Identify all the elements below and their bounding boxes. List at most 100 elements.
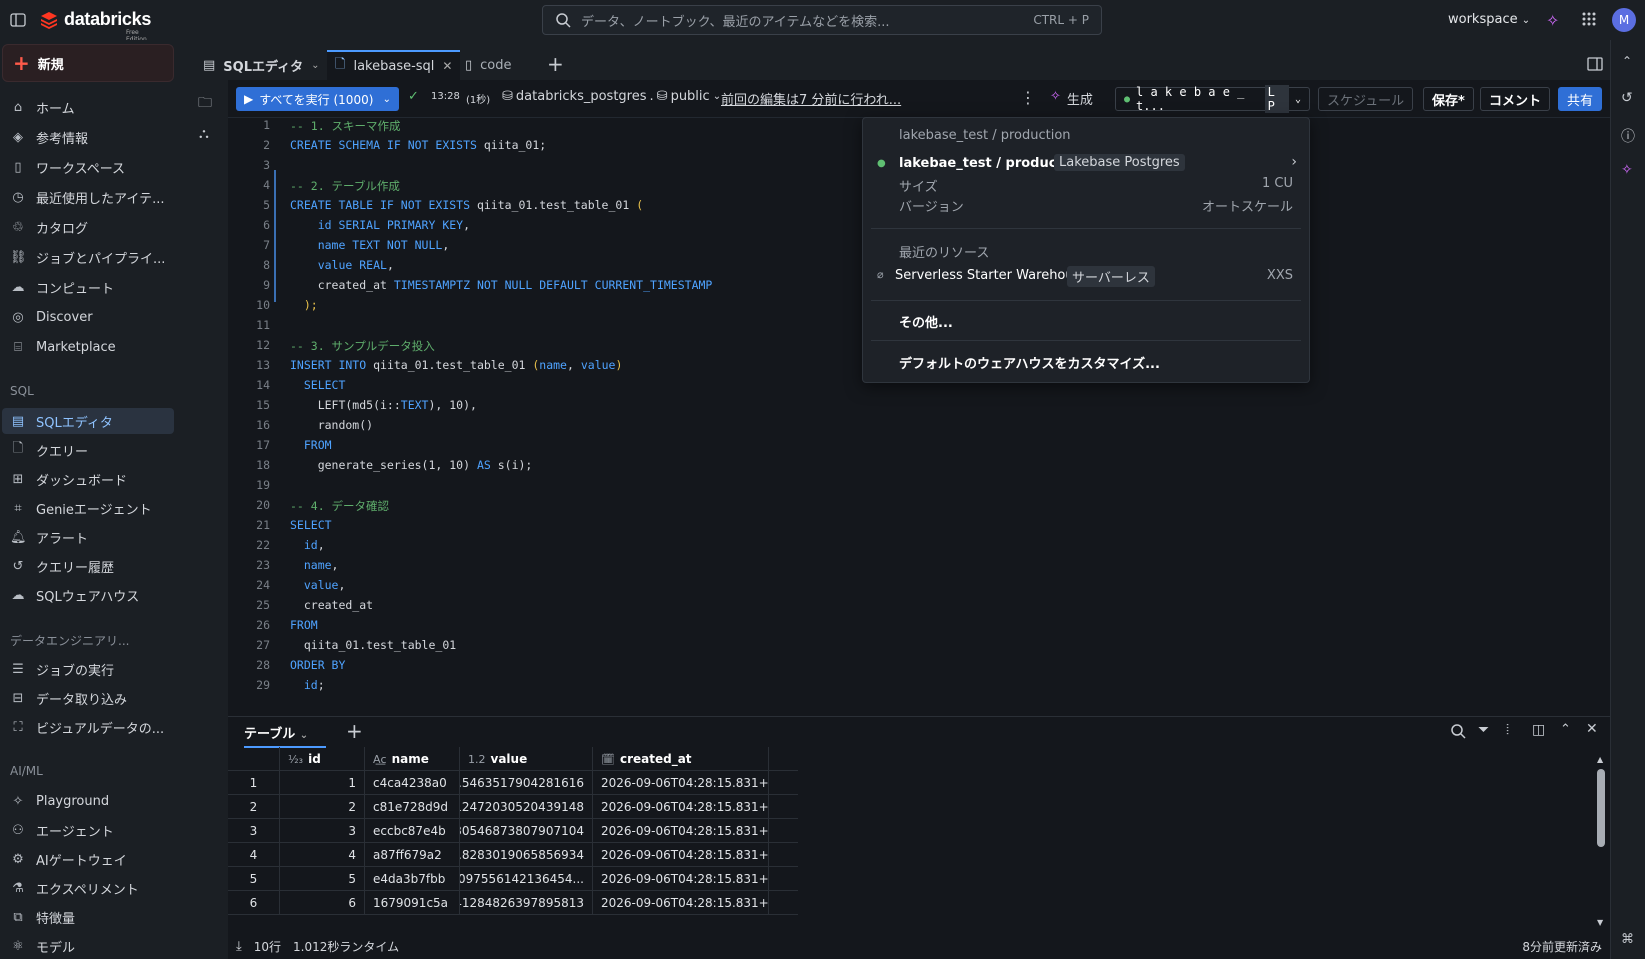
column-header-id[interactable]: ⅟₂₃ id bbox=[280, 747, 365, 771]
code-line[interactable]: 25 created_at bbox=[228, 598, 373, 618]
recent-resource-item[interactable]: ⌀ Serverless Starter Warehouse サーバーレス XX… bbox=[863, 266, 1309, 290]
search-icon[interactable] bbox=[1450, 723, 1466, 739]
dropdown-selected-item[interactable]: ● lakebae_test / production Lakebase Pos… bbox=[863, 154, 1309, 218]
comment-button[interactable]: コメント bbox=[1480, 87, 1551, 111]
folder-icon[interactable]: 🗀 bbox=[198, 92, 212, 116]
code-line[interactable]: 24 value, bbox=[228, 578, 345, 598]
sidebar-item-compute[interactable]: ☁ コンピュート bbox=[2, 274, 174, 300]
assistant-icon[interactable]: ✧ bbox=[1621, 162, 1633, 178]
code-line[interactable]: 1 -- 1. スキーマ作成 bbox=[228, 118, 400, 138]
add-visualization-icon[interactable]: + bbox=[346, 719, 363, 743]
more-option[interactable]: その他... bbox=[899, 312, 1345, 331]
panel-icon[interactable]: ◫ bbox=[1532, 722, 1545, 738]
code-line[interactable]: 3 bbox=[228, 158, 290, 178]
sidebar-item-alerts[interactable]: 🔔︎ アラート bbox=[2, 524, 174, 550]
customize-warehouse-option[interactable]: デフォルトのウェアハウスをカスタマイズ... bbox=[899, 353, 1345, 372]
code-line[interactable]: 22 id, bbox=[228, 538, 325, 558]
code-line[interactable]: 12 -- 3. サンプルデータ投入 bbox=[228, 338, 435, 358]
shapes-icon[interactable]: ⛬ bbox=[199, 126, 209, 142]
filter-icon[interactable]: ⏷ bbox=[1478, 722, 1489, 738]
sidebar-item-discover[interactable]: ◎ Discover bbox=[2, 304, 174, 330]
sidebar-item-catalog[interactable]: ♲ カタログ bbox=[2, 214, 174, 240]
sidebar-item-marketplace[interactable]: ⌸ Marketplace bbox=[2, 334, 174, 360]
sidebar-item-sql-warehouses[interactable]: ☁ SQLウェアハウス bbox=[2, 582, 174, 608]
avatar[interactable]: M bbox=[1612, 8, 1636, 32]
databricks-logo[interactable]: databricks Free Edition bbox=[40, 9, 151, 43]
scroll-thumb[interactable] bbox=[1597, 769, 1605, 847]
sidebar-item-features[interactable]: ⧉ 特徴量 bbox=[2, 904, 174, 930]
code-line[interactable]: 29 id; bbox=[228, 678, 325, 698]
tab-code[interactable]: ▯ code bbox=[457, 50, 520, 80]
history-icon[interactable]: ↺ bbox=[1621, 90, 1633, 106]
search-input[interactable]: データ、ノートブック、最近のアイテムなどを検索... CTRL + P bbox=[542, 5, 1102, 35]
sidebar-item-sql-editor[interactable]: ▤ SQLエディタ bbox=[2, 408, 174, 434]
sidebar-item-learn[interactable]: ◈ 参考情報 bbox=[2, 124, 174, 150]
sidebar-item-ai-gateway[interactable]: ⚙ AIゲートウェイ bbox=[2, 846, 174, 872]
code-line[interactable]: 5 CREATE TABLE IF NOT EXISTS qiita_01.tes… bbox=[228, 198, 643, 218]
code-line[interactable]: 10 ); bbox=[228, 298, 318, 318]
tab-sql-editor[interactable]: ▤ SQLエディタ ⌄ bbox=[195, 50, 327, 80]
column-header-name[interactable]: A͟c name bbox=[365, 747, 460, 771]
new-button[interactable]: + 新規 bbox=[2, 44, 174, 82]
sidebar-item-recent[interactable]: ◷ 最近使用したアイテ... bbox=[2, 184, 174, 210]
apps-grid-icon[interactable] bbox=[1581, 11, 1597, 27]
catalog-schema-picker[interactable]: ⛁ databricks_postgres . ⛁ public ⌄ bbox=[502, 89, 721, 104]
run-all-button[interactable]: ▶ すべてを実行 (1000) ⌄ bbox=[236, 87, 399, 111]
sidebar-item-agents[interactable]: ⚇ エージェント bbox=[2, 817, 174, 843]
code-line[interactable]: 21 SELECT bbox=[228, 518, 331, 538]
sidebar-item-dashboards[interactable]: ⊞ ダッシュボード bbox=[2, 466, 174, 492]
code-line[interactable]: 13 INSERT INTO qiita_01.test_table_01 (na… bbox=[228, 358, 622, 378]
sidebar-item-jobs[interactable]: ⛓ ジョブとパイプライ... bbox=[2, 244, 174, 270]
keyboard-shortcut-icon[interactable]: ⌘ bbox=[1621, 932, 1634, 947]
save-button[interactable]: 保存* bbox=[1423, 87, 1474, 111]
code-line[interactable]: 11 bbox=[228, 318, 290, 338]
code-line[interactable]: 23 name, bbox=[228, 558, 338, 578]
last-edit-link[interactable]: 前回の編集は7 分前に行われ... bbox=[721, 89, 901, 108]
code-line[interactable]: 27 qiita_01.test_table_01 bbox=[228, 638, 456, 658]
code-line[interactable]: 9 created_at TIMESTAMPTZ NOT NULL DEFAUL… bbox=[228, 278, 712, 298]
sidebar-item-home[interactable]: ⌂ ホーム bbox=[2, 94, 174, 120]
sidebar-item-models[interactable]: ⚛ モデル bbox=[2, 933, 174, 959]
code-line[interactable]: 20 -- 4. データ確認 bbox=[228, 498, 389, 518]
sidebar-item-workspace[interactable]: ▯ ワークスペース bbox=[2, 154, 174, 180]
sidebar-item-playground[interactable]: ✧ Playground bbox=[2, 788, 174, 814]
column-header-created-at[interactable]: 🗓︎ created_at bbox=[593, 747, 769, 771]
chevron-up-icon[interactable]: ⌃ bbox=[1622, 54, 1632, 68]
code-line[interactable]: 8 value REAL, bbox=[228, 258, 394, 278]
split-view-icon[interactable] bbox=[1587, 56, 1603, 72]
more-options-icon[interactable]: ⋮ bbox=[1020, 88, 1036, 107]
tab-lakebase-sql[interactable]: 🗋 lakebase-sql ✕ bbox=[327, 50, 461, 80]
column-header-value[interactable]: 1.2 value bbox=[460, 747, 593, 771]
close-icon[interactable]: ✕ bbox=[442, 59, 452, 73]
columns-icon[interactable]: ⦙ bbox=[1506, 722, 1509, 738]
sidebar-toggle-icon[interactable] bbox=[10, 12, 26, 28]
chevron-up-icon[interactable]: ⌃ bbox=[1560, 722, 1571, 737]
code-line[interactable]: 15 LEFT(md5(i::TEXT), 10), bbox=[228, 398, 477, 418]
code-line[interactable]: 16 random() bbox=[228, 418, 373, 438]
close-icon[interactable]: ✕ bbox=[1586, 721, 1598, 737]
sidebar-item-job-runs[interactable]: ☰ ジョブの実行 bbox=[2, 656, 174, 682]
compute-selector[interactable]: ● l a k e b a e _ t... L P ⌄ bbox=[1115, 85, 1310, 113]
share-button[interactable]: 共有 bbox=[1558, 87, 1603, 111]
sidebar-item-experiments[interactable]: ⚗ エクスペリメント bbox=[2, 875, 174, 901]
generate-button[interactable]: ✧ 生成 bbox=[1050, 89, 1093, 108]
sidebar-item-ingestion[interactable]: ⊟ データ取り込み bbox=[2, 685, 174, 711]
add-tab-icon[interactable]: + bbox=[547, 52, 564, 76]
sidebar-item-queries[interactable]: 🗋 クエリー bbox=[2, 437, 174, 463]
code-line[interactable]: 6 id SERIAL PRIMARY KEY, bbox=[228, 218, 470, 238]
schedule-button[interactable]: スケジュール bbox=[1318, 87, 1414, 111]
workspace-switcher[interactable]: workspace ⌄ bbox=[1448, 12, 1530, 27]
code-line[interactable]: 4 -- 2. テーブル作成 bbox=[228, 178, 400, 198]
sidebar-item-visual-data[interactable]: ⛶ ビジュアルデータの... bbox=[2, 714, 174, 740]
code-line[interactable]: 28 ORDER BY bbox=[228, 658, 345, 678]
sidebar-item-query-history[interactable]: ↺ クエリー履歴 bbox=[2, 553, 174, 579]
download-icon[interactable]: ⤓ bbox=[236, 939, 242, 954]
code-line[interactable]: 17 FROM bbox=[228, 438, 331, 458]
assistant-icon[interactable]: ✧ bbox=[1546, 11, 1559, 30]
code-line[interactable]: 2 CREATE SCHEMA IF NOT EXISTS qiita_01; bbox=[228, 138, 546, 158]
scrollbar[interactable]: ▲ ▼ bbox=[1596, 755, 1606, 927]
info-icon[interactable]: ⓘ bbox=[1621, 126, 1635, 146]
code-line[interactable]: 26 FROM bbox=[228, 618, 318, 638]
code-line[interactable]: 18 generate_series(1, 10) AS s(i); bbox=[228, 458, 532, 478]
sidebar-item-genie[interactable]: ⌗ Genieエージェント bbox=[2, 495, 174, 521]
